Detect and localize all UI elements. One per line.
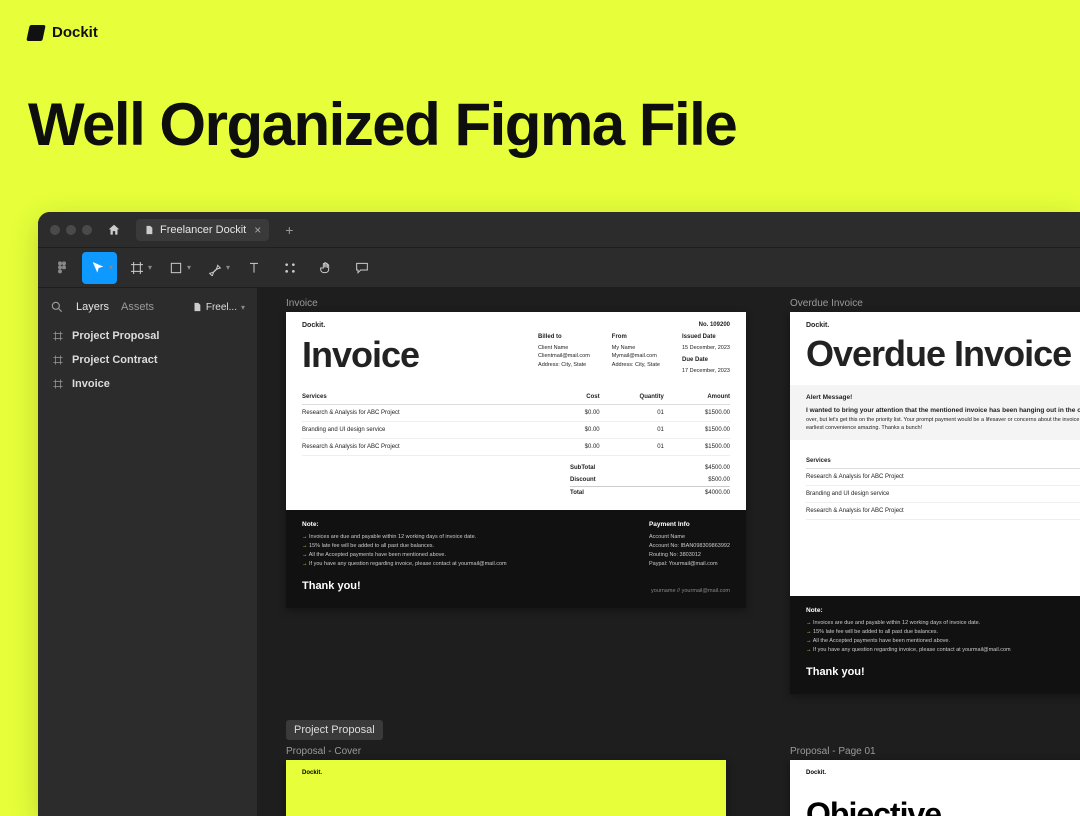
hero-title: Well Organized Figma File xyxy=(0,41,1080,186)
close-dot[interactable] xyxy=(50,225,60,235)
page-icon xyxy=(192,302,202,312)
minimize-dot[interactable] xyxy=(66,225,76,235)
home-button[interactable] xyxy=(102,218,126,242)
resources-tool[interactable] xyxy=(274,252,306,284)
proposal-page-frame[interactable]: Dockit. Objective To xyxy=(790,760,1080,816)
section-project-proposal[interactable]: Project Proposal xyxy=(286,720,383,740)
layers-panel: Layers Assets Freel... ▾ Project Proposa… xyxy=(38,288,258,816)
frame-label-overdue[interactable]: Overdue Invoice xyxy=(790,298,863,309)
traffic-lights xyxy=(50,225,92,235)
invoice-brand: Dockit. xyxy=(302,322,325,329)
chevron-down-icon: ▾ xyxy=(148,263,152,272)
add-tab-button[interactable]: + xyxy=(279,222,299,238)
close-tab-icon[interactable]: × xyxy=(254,223,261,237)
search-icon[interactable] xyxy=(50,300,64,314)
invoice-number: No. 109200 xyxy=(699,322,730,328)
frame-icon xyxy=(52,354,64,366)
shape-tool[interactable]: ▾ xyxy=(160,252,195,284)
titlebar: Freelancer Dockit × + xyxy=(38,212,1080,248)
file-icon xyxy=(144,225,154,235)
layer-item-invoice[interactable]: Invoice xyxy=(38,372,257,396)
chevron-down-icon: ▾ xyxy=(226,263,230,272)
assets-tab[interactable]: Assets xyxy=(121,301,154,313)
file-tab[interactable]: Freelancer Dockit × xyxy=(136,219,269,241)
figma-menu-icon[interactable] xyxy=(46,252,78,284)
frame-icon xyxy=(52,330,64,342)
chevron-down-icon: ▾ xyxy=(109,263,113,272)
canvas[interactable]: Invoice Overdue Invoice Dockit. No. 1092… xyxy=(258,288,1080,816)
table-row: Research & Analysis for ABC Project$0.0 xyxy=(806,503,1080,520)
tab-title: Freelancer Dockit xyxy=(160,224,246,236)
frame-label-proposal-page[interactable]: Proposal - Page 01 xyxy=(790,746,876,757)
overdue-title: Overdue Invoice xyxy=(806,333,1071,375)
layer-item-project-proposal[interactable]: Project Proposal xyxy=(38,324,257,348)
hand-tool[interactable] xyxy=(310,252,342,284)
toolbar: ▾ ▾ ▾ ▾ xyxy=(38,248,1080,288)
frame-tool[interactable]: ▾ xyxy=(121,252,156,284)
brand-logo-icon xyxy=(26,25,45,41)
chevron-down-icon: ▾ xyxy=(241,303,245,312)
frame-label-proposal-cover[interactable]: Proposal - Cover xyxy=(286,746,361,757)
table-row: Branding and UI design service$0.0 xyxy=(806,486,1080,503)
page-selector[interactable]: Freel... ▾ xyxy=(192,302,245,313)
table-row: Research & Analysis for ABC Project$0.0 xyxy=(806,469,1080,486)
comment-tool[interactable] xyxy=(346,252,378,284)
table-row: Research & Analysis for ABC Project$0.00… xyxy=(302,438,730,455)
maximize-dot[interactable] xyxy=(82,225,92,235)
frame-label-invoice[interactable]: Invoice xyxy=(286,298,318,309)
brand: Dockit xyxy=(28,24,1052,41)
brand-text: Dockit xyxy=(52,24,98,41)
layer-item-project-contract[interactable]: Project Contract xyxy=(38,348,257,372)
thank-you: Thank you! xyxy=(302,578,361,596)
invoice-table: Services Cost Quantity Amount Research &… xyxy=(302,390,730,456)
text-tool[interactable] xyxy=(238,252,270,284)
chevron-down-icon: ▾ xyxy=(187,263,191,272)
frame-icon xyxy=(52,378,64,390)
pen-tool[interactable]: ▾ xyxy=(199,252,234,284)
move-tool[interactable]: ▾ xyxy=(82,252,117,284)
overdue-table: Services Co Research & Analysis for ABC … xyxy=(806,454,1080,520)
invoice-frame[interactable]: Dockit. No. 109200 Invoice Billed to Cli… xyxy=(286,312,746,608)
table-row: Research & Analysis for ABC Project$0.00… xyxy=(302,404,730,421)
layers-tab[interactable]: Layers xyxy=(76,301,109,313)
table-row: Branding and UI design service$0.0001$15… xyxy=(302,421,730,438)
figma-window: Freelancer Dockit × + ▾ ▾ ▾ ▾ xyxy=(38,212,1080,816)
proposal-cover-frame[interactable]: Dockit. xyxy=(286,760,726,816)
overdue-invoice-frame[interactable]: Dockit. Overdue Invoice Billed to Client… xyxy=(790,312,1080,694)
invoice-title: Invoice xyxy=(302,334,419,376)
